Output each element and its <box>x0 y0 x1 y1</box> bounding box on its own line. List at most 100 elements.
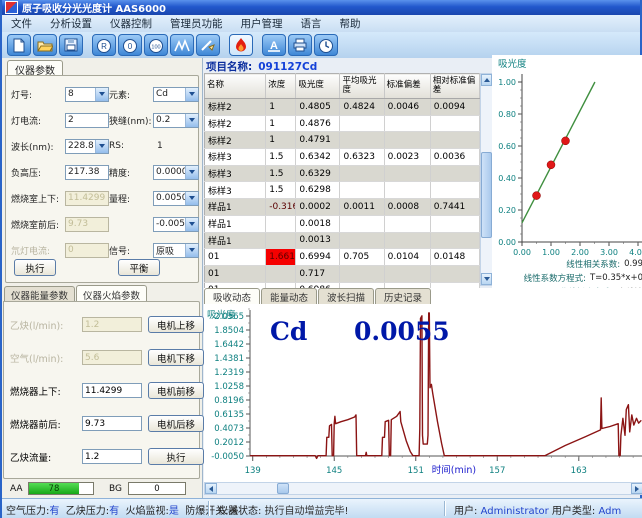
scroll-right-button[interactable] <box>631 483 642 494</box>
table-cell: 0.0011 <box>340 199 384 216</box>
open-file-icon[interactable] <box>33 34 57 56</box>
chevron-down-icon[interactable] <box>185 114 198 127</box>
project-name-line: 项目名称:091127Cd <box>206 59 317 74</box>
param-input-disabled: 1.2 <box>82 317 142 332</box>
table-row[interactable]: 标样31.50.6329 <box>205 165 480 182</box>
table-row[interactable]: 标样31.50.6298 <box>205 182 480 199</box>
svg-text:157: 157 <box>489 466 505 476</box>
param-row: 灯电流:2狭缝(nm):0.2 <box>6 107 198 133</box>
tab-instrument-flame-params[interactable]: 仪器火焰参数 <box>76 285 147 301</box>
table-row[interactable]: 010.717 <box>205 265 480 282</box>
motor-move-button[interactable]: 电机下移 <box>148 349 204 366</box>
param-select[interactable]: 0.0000 <box>153 165 199 180</box>
status-label: 乙炔压力: <box>66 506 109 517</box>
param-input[interactable]: 1.2 <box>82 449 142 464</box>
table-cell: 标样3 <box>205 165 266 182</box>
motor-move-button[interactable]: 电机上移 <box>148 316 204 333</box>
bg-energy-value: 0 <box>128 482 186 495</box>
burner-clean-icon[interactable] <box>196 34 220 56</box>
param-select[interactable]: 8 <box>65 87 109 102</box>
tab-wavelength-scan[interactable]: 波长扫描 <box>318 288 374 304</box>
chevron-down-icon[interactable] <box>185 192 198 205</box>
tab-absorption-dynamic[interactable]: 吸收动态 <box>204 288 260 304</box>
menu-help[interactable]: 帮助 <box>331 16 370 31</box>
svg-text:Cd: Cd <box>270 317 307 346</box>
save-file-icon[interactable] <box>59 34 83 56</box>
menu-admin-functions[interactable]: 管理员功能 <box>161 16 232 31</box>
menu-analysis-settings[interactable]: 分析设置 <box>41 16 101 31</box>
col-concentration: 浓度 <box>266 74 296 99</box>
param-select[interactable]: 0.0050 <box>153 191 199 206</box>
param-label: 燃烧器上下: <box>10 384 76 398</box>
col-rel-std-dev: 相对标准偏差 <box>430 74 479 99</box>
results-table[interactable]: 名称 浓度 吸光度 平均吸光度 标准偏差 相对标准偏差 标样210.48050.… <box>204 73 480 299</box>
printer-icon[interactable] <box>288 34 312 56</box>
table-row[interactable]: 样品10.0018 <box>205 215 480 232</box>
table-cell <box>340 115 384 132</box>
gauge-r-icon[interactable]: R <box>92 34 116 56</box>
motor-move-button[interactable]: 电机后移 <box>148 415 204 432</box>
scroll-up-button[interactable] <box>481 74 492 86</box>
table-cell: 0.0046 <box>384 99 430 116</box>
param-select[interactable]: 0.2 <box>153 113 199 128</box>
chevron-down-icon[interactable] <box>95 140 108 153</box>
scroll-down-button[interactable] <box>481 273 492 285</box>
menu-language[interactable]: 语言 <box>292 16 331 31</box>
chart-horizontal-scrollbar[interactable] <box>204 482 642 495</box>
balance-button[interactable]: 平衡 <box>118 259 160 276</box>
tab-history[interactable]: 历史记录 <box>375 288 431 304</box>
param-label: 波长(nm): <box>11 140 65 153</box>
table-row[interactable]: 标样210.4791 <box>205 132 480 149</box>
app-window: 原子吸收分光光度计 AAS6000 文件 分析设置 仪器控制 管理员功能 用户管… <box>0 0 642 518</box>
execute-button[interactable]: 执行 <box>14 259 56 276</box>
param-select[interactable]: Cd <box>153 87 199 102</box>
tab-instrument-energy-params[interactable]: 仪器能量参数 <box>4 286 75 302</box>
motor-move-button[interactable]: 电机前移 <box>148 382 204 399</box>
chevron-down-icon[interactable] <box>95 88 108 101</box>
wavelength-scan-icon[interactable] <box>170 34 194 56</box>
table-cell: 0.6994 <box>296 249 340 266</box>
param-input[interactable]: 217.38 <box>65 165 109 180</box>
table-cell: 0.0008 <box>384 199 430 216</box>
table-cell <box>340 265 384 282</box>
table-row[interactable]: 标样210.48050.48240.00460.0094 <box>205 99 480 116</box>
param-select[interactable]: -0.0050 <box>153 217 199 232</box>
table-row[interactable]: 标样31.50.63420.63230.00230.0036 <box>205 149 480 166</box>
autosampler-icon[interactable]: A <box>262 34 286 56</box>
corr-coef-label: 线性相关系数: <box>566 258 620 270</box>
param-label: 乙炔(l/min): <box>10 318 76 332</box>
gauge-zero-icon[interactable]: 0 <box>118 34 142 56</box>
menu-instrument-control[interactable]: 仪器控制 <box>101 16 161 31</box>
table-cell: 0.0013 <box>296 232 340 249</box>
table-row[interactable]: 样品10.0013 <box>205 232 480 249</box>
col-avg-absorbance: 平均吸光度 <box>340 74 384 99</box>
gauge-100-icon[interactable]: 100 <box>144 34 168 56</box>
param-select[interactable]: 原吸 <box>153 243 199 258</box>
param-label: 燃烧室上下: <box>11 192 65 205</box>
menu-file[interactable]: 文件 <box>2 16 41 31</box>
table-cell: 标样2 <box>205 115 266 132</box>
chevron-down-icon[interactable] <box>185 88 198 101</box>
svg-text:时间(min): 时间(min) <box>432 464 476 476</box>
hscroll-thumb[interactable] <box>277 483 289 494</box>
table-row[interactable]: 标样210.4876 <box>205 115 480 132</box>
scroll-thumb[interactable] <box>481 152 492 238</box>
menu-user-management[interactable]: 用户管理 <box>232 16 292 31</box>
chevron-down-icon[interactable] <box>185 166 198 179</box>
param-input[interactable]: 2 <box>65 113 109 128</box>
scroll-left-button[interactable] <box>205 483 217 494</box>
ignite-flame-icon[interactable] <box>229 34 253 56</box>
power-icon[interactable] <box>314 34 338 56</box>
flame-execute-button[interactable]: 执行 <box>148 448 204 465</box>
param-input[interactable]: 9.73 <box>82 416 142 431</box>
tab-energy-dynamic[interactable]: 能量动态 <box>261 288 317 304</box>
instrument-params-box: 灯号:8元素:Cd灯电流:2狭缝(nm):0.2波长(nm):228.8RS:1… <box>5 75 199 283</box>
param-input[interactable]: 11.4299 <box>82 383 142 398</box>
table-row[interactable]: 011.66170.69940.7050.01040.0148 <box>205 249 480 266</box>
new-file-icon[interactable] <box>7 34 31 56</box>
chevron-down-icon[interactable] <box>185 218 198 231</box>
param-row: 波长(nm):228.8RS:1 <box>6 133 198 159</box>
param-select[interactable]: 228.8 <box>65 139 109 154</box>
chevron-down-icon[interactable] <box>185 244 198 257</box>
table-row[interactable]: 样品1-0.31680.00020.00110.00080.7441 <box>205 199 480 216</box>
